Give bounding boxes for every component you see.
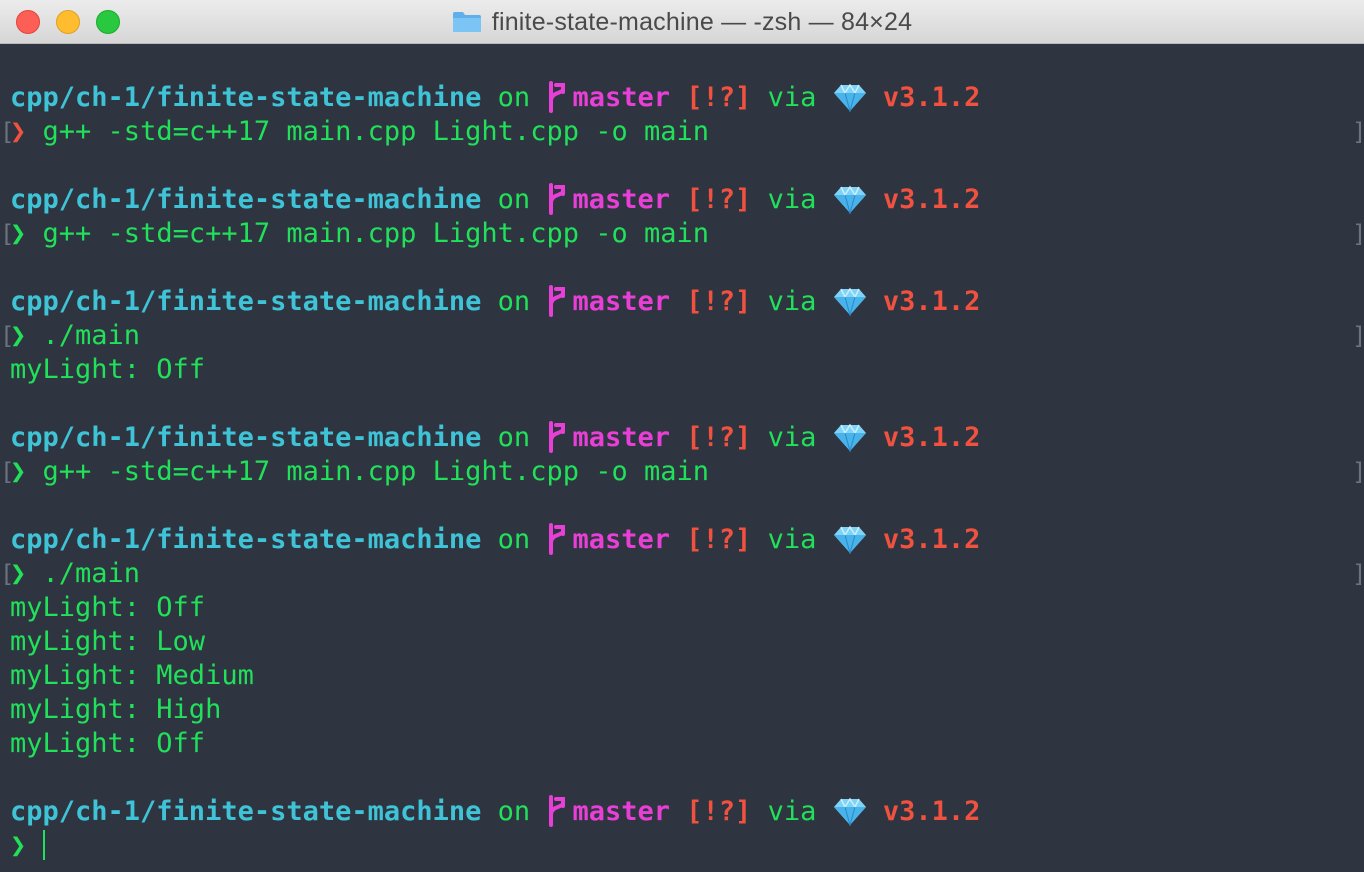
prompt-git-status: [!?] <box>686 422 752 453</box>
prompt-branch: master <box>572 286 670 317</box>
prompt-via: via <box>767 796 817 827</box>
gem-icon <box>833 422 867 454</box>
prompt-git-status: [!?] <box>686 524 752 555</box>
prompt-symbol: ❯ <box>10 830 27 861</box>
git-branch-icon <box>546 523 572 564</box>
prompt-git-status: [!?] <box>686 82 752 113</box>
prompt-symbol: ❯ <box>10 116 27 147</box>
command-text: g++ -std=c++17 main.cpp Light.cpp -o mai… <box>42 456 710 487</box>
terminal-content[interactable]: cpp/ch-1/finite-state-machine on master … <box>0 44 1364 872</box>
prompt-on: on <box>497 524 531 555</box>
command-line: ❯ g++ -std=c++17 main.cpp Light.cpp -o m… <box>10 455 709 489</box>
mark-bracket-right: ] <box>1352 115 1364 149</box>
command-line-active[interactable]: ❯ <box>10 829 45 863</box>
prompt-via: via <box>767 524 817 555</box>
output-line: myLight: Off <box>10 354 206 385</box>
prompt-line: cpp/ch-1/finite-state-machine on master … <box>10 795 980 829</box>
prompt-via: via <box>767 184 817 215</box>
prompt-ruby-version: v3.1.2 <box>882 796 981 827</box>
command-text: ./main <box>42 558 141 589</box>
prompt-path: cpp/ch-1/finite-state-machine <box>10 796 482 827</box>
mark-bracket-right: ] <box>1352 319 1364 353</box>
prompt-on: on <box>497 422 531 453</box>
prompt-path: cpp/ch-1/finite-state-machine <box>10 524 482 555</box>
gem-icon <box>833 82 867 114</box>
prompt-branch: master <box>572 184 670 215</box>
command-text: ./main <box>42 320 141 351</box>
prompt-branch: master <box>572 422 670 453</box>
title-bar[interactable]: finite-state-machine — -zsh — 84×24 <box>0 0 1364 44</box>
command-text: g++ -std=c++17 main.cpp Light.cpp -o mai… <box>42 116 710 147</box>
output-line: myLight: Off <box>10 728 206 759</box>
prompt-branch: master <box>572 524 670 555</box>
prompt-branch: master <box>572 82 670 113</box>
prompt-on: on <box>497 286 531 317</box>
git-branch-icon <box>546 285 572 326</box>
prompt-via: via <box>767 286 817 317</box>
command-line: ❯ g++ -std=c++17 main.cpp Light.cpp -o m… <box>10 115 709 149</box>
prompt-path: cpp/ch-1/finite-state-machine <box>10 286 482 317</box>
prompt-symbol: ❯ <box>10 218 27 249</box>
mark-bracket-right: ] <box>1352 217 1364 251</box>
mark-bracket-right: ] <box>1352 557 1364 591</box>
prompt-path: cpp/ch-1/finite-state-machine <box>10 422 482 453</box>
prompt-ruby-version: v3.1.2 <box>882 184 981 215</box>
prompt-branch: master <box>572 796 670 827</box>
prompt-path: cpp/ch-1/finite-state-machine <box>10 184 482 215</box>
prompt-git-status: [!?] <box>686 286 752 317</box>
git-branch-icon <box>546 795 572 836</box>
command-line: ❯ ./main <box>10 557 140 591</box>
command-line: ❯ ./main <box>10 319 140 353</box>
prompt-on: on <box>497 184 531 215</box>
gem-icon <box>833 524 867 556</box>
prompt-line: cpp/ch-1/finite-state-machine on master … <box>10 421 980 455</box>
prompt-line: cpp/ch-1/finite-state-machine on master … <box>10 523 980 557</box>
gem-icon <box>833 796 867 828</box>
prompt-line: cpp/ch-1/finite-state-machine on master … <box>10 285 980 319</box>
output-line: myLight: High <box>10 694 222 725</box>
command-text: g++ -std=c++17 main.cpp Light.cpp -o mai… <box>42 218 710 249</box>
prompt-ruby-version: v3.1.2 <box>882 422 981 453</box>
folder-icon <box>452 11 482 33</box>
gem-icon <box>833 286 867 318</box>
prompt-on: on <box>497 82 531 113</box>
prompt-ruby-version: v3.1.2 <box>882 524 981 555</box>
prompt-git-status: [!?] <box>686 184 752 215</box>
gem-icon <box>833 184 867 216</box>
text-cursor[interactable] <box>42 830 45 860</box>
output-line: myLight: Off <box>10 592 206 623</box>
prompt-path: cpp/ch-1/finite-state-machine <box>10 82 482 113</box>
output-line: myLight: Low <box>10 626 206 657</box>
prompt-git-status: [!?] <box>686 796 752 827</box>
prompt-via: via <box>767 82 817 113</box>
prompt-via: via <box>767 422 817 453</box>
prompt-symbol: ❯ <box>10 320 27 351</box>
command-line: ❯ g++ -std=c++17 main.cpp Light.cpp -o m… <box>10 217 709 251</box>
prompt-line: cpp/ch-1/finite-state-machine on master … <box>10 81 980 115</box>
prompt-on: on <box>497 796 531 827</box>
terminal-window: finite-state-machine — -zsh — 84×24 cpp/… <box>0 0 1364 872</box>
prompt-symbol: ❯ <box>10 558 27 589</box>
prompt-line: cpp/ch-1/finite-state-machine on master … <box>10 183 980 217</box>
prompt-ruby-version: v3.1.2 <box>882 82 981 113</box>
output-line: myLight: Medium <box>10 660 254 691</box>
title-wrap: finite-state-machine — -zsh — 84×24 <box>0 0 1364 44</box>
prompt-ruby-version: v3.1.2 <box>882 286 981 317</box>
window-title: finite-state-machine — -zsh — 84×24 <box>491 7 913 36</box>
prompt-symbol: ❯ <box>10 456 27 487</box>
mark-bracket-right: ] <box>1352 455 1364 489</box>
